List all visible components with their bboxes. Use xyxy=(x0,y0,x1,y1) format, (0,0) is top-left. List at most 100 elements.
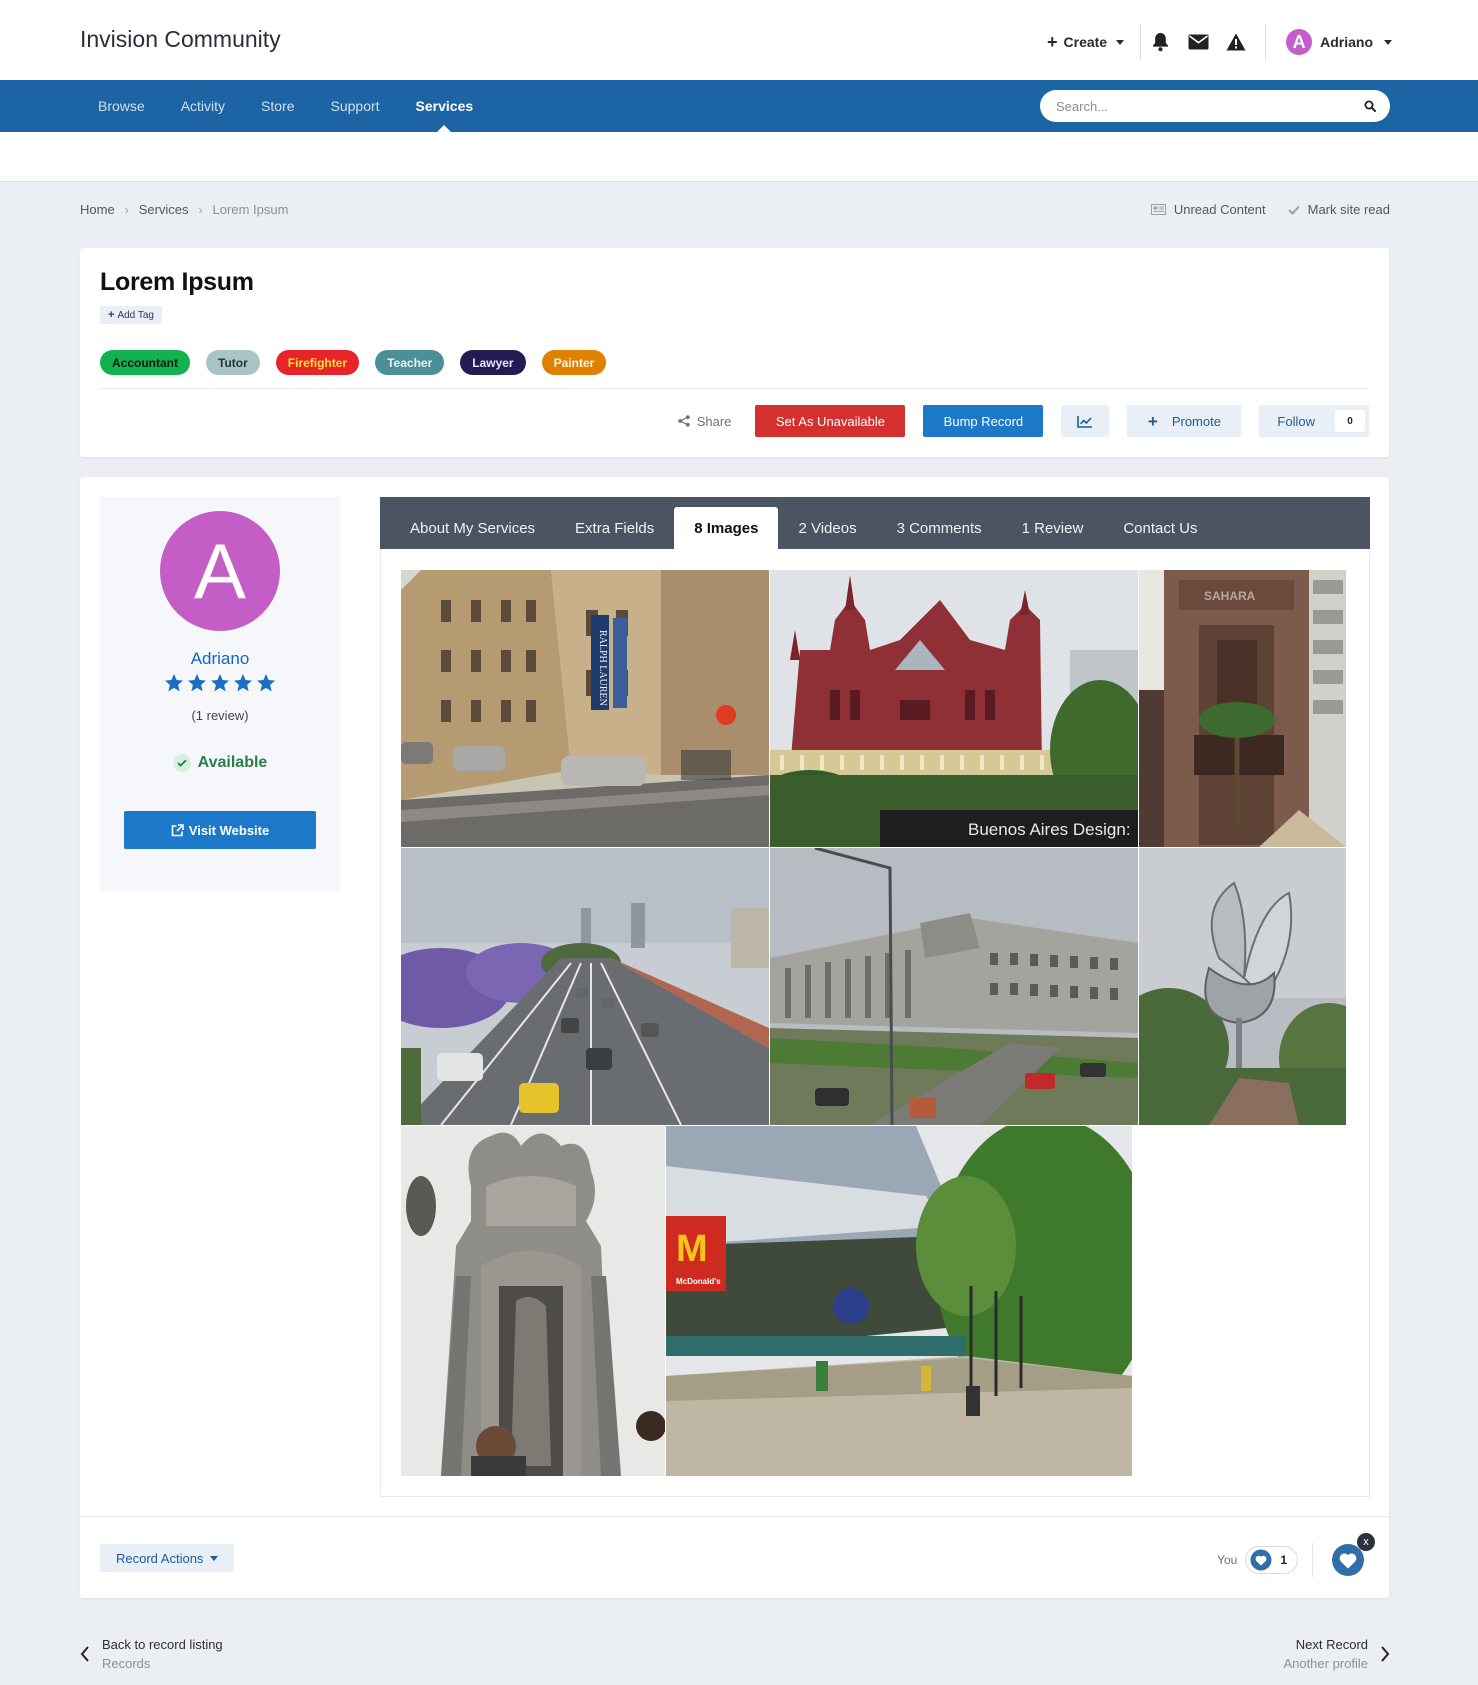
share-icon xyxy=(678,415,690,427)
caret-down-icon xyxy=(1384,39,1392,45)
svg-text:M: M xyxy=(676,1228,708,1270)
user-menu-button[interactable]: A Adriano xyxy=(1266,29,1392,55)
record-actions-bar: Share Set As Unavailable Bump Record + P… xyxy=(678,405,1369,437)
set-unavailable-button[interactable]: Set As Unavailable xyxy=(755,405,906,437)
search-icon[interactable] xyxy=(1360,96,1380,116)
divider xyxy=(100,388,1369,389)
bump-record-button[interactable]: Bump Record xyxy=(923,405,1044,437)
author-name[interactable]: Adriano xyxy=(100,649,340,669)
mark-site-read-label: Mark site read xyxy=(1307,202,1390,217)
visit-website-button[interactable]: Visit Website xyxy=(124,811,316,849)
remove-reaction-button[interactable]: x xyxy=(1357,1533,1375,1551)
check-circle-icon xyxy=(172,754,191,772)
tag-accountant[interactable]: Accountant xyxy=(100,350,190,375)
unread-content-label: Unread Content xyxy=(1173,202,1266,217)
checkmark-icon xyxy=(1287,205,1300,215)
photo-sign-text: RALPH LAUREN xyxy=(597,630,608,706)
add-tag-button[interactable]: + Add Tag xyxy=(100,306,162,324)
author-sidebar: A Adriano (1 review) Available Visit Web… xyxy=(100,497,340,891)
messages-envelope-icon[interactable] xyxy=(1179,22,1217,62)
tab-videos[interactable]: 2 Videos xyxy=(778,507,876,549)
floralis-generica-photo[interactable] xyxy=(1139,848,1346,1125)
nav-item-support[interactable]: Support xyxy=(313,80,398,132)
star-icon xyxy=(211,674,229,692)
user-avatar: A xyxy=(1286,29,1313,55)
red-church-photo[interactable]: Buenos Aires Design: xyxy=(770,570,1138,847)
tag-teacher[interactable]: Teacher xyxy=(375,350,445,375)
nav-item-store[interactable]: Store xyxy=(243,80,312,132)
record-title: Lorem Ipsum xyxy=(100,268,254,296)
image-gallery: RALPH LAUREN Buenos Aires Design: SAHARA… xyxy=(401,570,1351,1476)
mark-site-read-link[interactable]: Mark site read xyxy=(1287,202,1390,217)
previous-page-link[interactable]: Back to record listing Records xyxy=(80,1637,223,1671)
previous-page-title: Back to record listing xyxy=(102,1637,223,1652)
subnav-band xyxy=(0,132,1478,182)
nav-item-browse[interactable]: Browse xyxy=(80,80,163,132)
breadcrumb-home[interactable]: Home xyxy=(80,202,115,217)
external-link-icon xyxy=(171,823,184,836)
street-ralph-lauren-photo[interactable]: RALPH LAUREN xyxy=(401,570,769,847)
follow-label: Follow xyxy=(1277,413,1315,429)
chevron-left-icon xyxy=(80,1646,89,1662)
record-tabbar: About My Services Extra Fields 8 Images … xyxy=(380,497,1370,549)
breadcrumb-services[interactable]: Services xyxy=(139,202,189,217)
record-tabs-panel: About My Services Extra Fields 8 Images … xyxy=(380,497,1370,1497)
reports-warning-icon[interactable] xyxy=(1217,22,1255,62)
divider xyxy=(80,1516,1389,1517)
nav-items: Browse Activity Store Support Services xyxy=(80,80,491,132)
next-record-text: Next Record Another profile xyxy=(1283,1637,1368,1671)
next-record-link[interactable]: Next Record Another profile xyxy=(1283,1637,1390,1671)
law-faculty-building-photo[interactable] xyxy=(770,848,1138,1125)
tab-contact-us[interactable]: Contact Us xyxy=(1103,507,1217,549)
mcdonalds-plaza-photo[interactable]: M McDonald's xyxy=(666,1126,1132,1476)
tab-extra-fields[interactable]: Extra Fields xyxy=(555,507,674,549)
tag-firefighter[interactable]: Firefighter xyxy=(275,350,360,375)
tab-images[interactable]: 8 Images xyxy=(674,507,779,549)
user-name: Adriano xyxy=(1320,34,1373,50)
promote-button[interactable]: + Promote xyxy=(1127,405,1242,437)
notifications-bell-icon[interactable] xyxy=(1141,22,1179,62)
breadcrumb-current[interactable]: Lorem Ipsum xyxy=(213,202,289,217)
reaction-summary: You 1 xyxy=(1217,1543,1313,1577)
star-icon xyxy=(257,674,275,692)
react-button[interactable]: x xyxy=(1325,1533,1375,1579)
line-chart-icon xyxy=(1077,415,1093,428)
divider xyxy=(1312,1543,1313,1577)
avenue-jacaranda-photo[interactable] xyxy=(401,848,769,1125)
tag-list: Accountant Tutor Firefighter Teacher Lawyer P… xyxy=(100,350,607,375)
newspaper-icon xyxy=(1150,204,1166,215)
stone-building-facade-photo[interactable]: SAHARA xyxy=(1139,570,1346,847)
chevron-right-icon xyxy=(1381,1646,1390,1662)
tab-comments[interactable]: 3 Comments xyxy=(877,507,1002,549)
record-actions-menu[interactable]: Record Actions xyxy=(100,1544,235,1572)
cemetery-mausoleum-photo[interactable] xyxy=(401,1126,665,1476)
create-menu-button[interactable]: + Create xyxy=(1031,32,1140,53)
tag-lawyer[interactable]: Lawyer xyxy=(460,350,526,375)
share-label: Share xyxy=(696,413,732,429)
reaction-count-pill[interactable]: 1 xyxy=(1245,1546,1298,1574)
nav-item-services[interactable]: Services xyxy=(398,80,492,132)
caret-down-icon xyxy=(1116,39,1125,45)
tag-painter[interactable]: Painter xyxy=(541,350,607,375)
tab-about-my-services[interactable]: About My Services xyxy=(390,507,555,549)
chevron-right-icon: › xyxy=(198,202,203,217)
tab-review[interactable]: 1 Review xyxy=(1002,507,1104,549)
heart-reaction-icon xyxy=(1250,1549,1272,1571)
follow-button[interactable]: Follow 0 xyxy=(1259,405,1369,437)
author-avatar[interactable]: A xyxy=(160,511,280,631)
visit-website-label: Visit Website xyxy=(188,822,270,838)
site-title[interactable]: Invision Community xyxy=(80,26,281,53)
next-record-subtitle: Another profile xyxy=(1283,1656,1368,1671)
star-icon xyxy=(165,674,183,692)
chevron-right-icon: › xyxy=(124,202,129,217)
tag-tutor[interactable]: Tutor xyxy=(206,350,260,375)
nav-item-activity[interactable]: Activity xyxy=(163,80,243,132)
breadcrumb: Home › Services › Lorem Ipsum xyxy=(80,202,288,217)
photo-sign-text: Buenos Aires Design: xyxy=(968,820,1131,839)
share-button[interactable]: Share xyxy=(678,413,732,429)
availability-status: Available xyxy=(100,754,340,772)
analytics-button[interactable] xyxy=(1061,405,1110,437)
unread-content-link[interactable]: Unread Content xyxy=(1150,202,1266,217)
reactions-by[interactable]: You xyxy=(1217,1553,1237,1567)
search-input[interactable] xyxy=(1056,90,1346,122)
